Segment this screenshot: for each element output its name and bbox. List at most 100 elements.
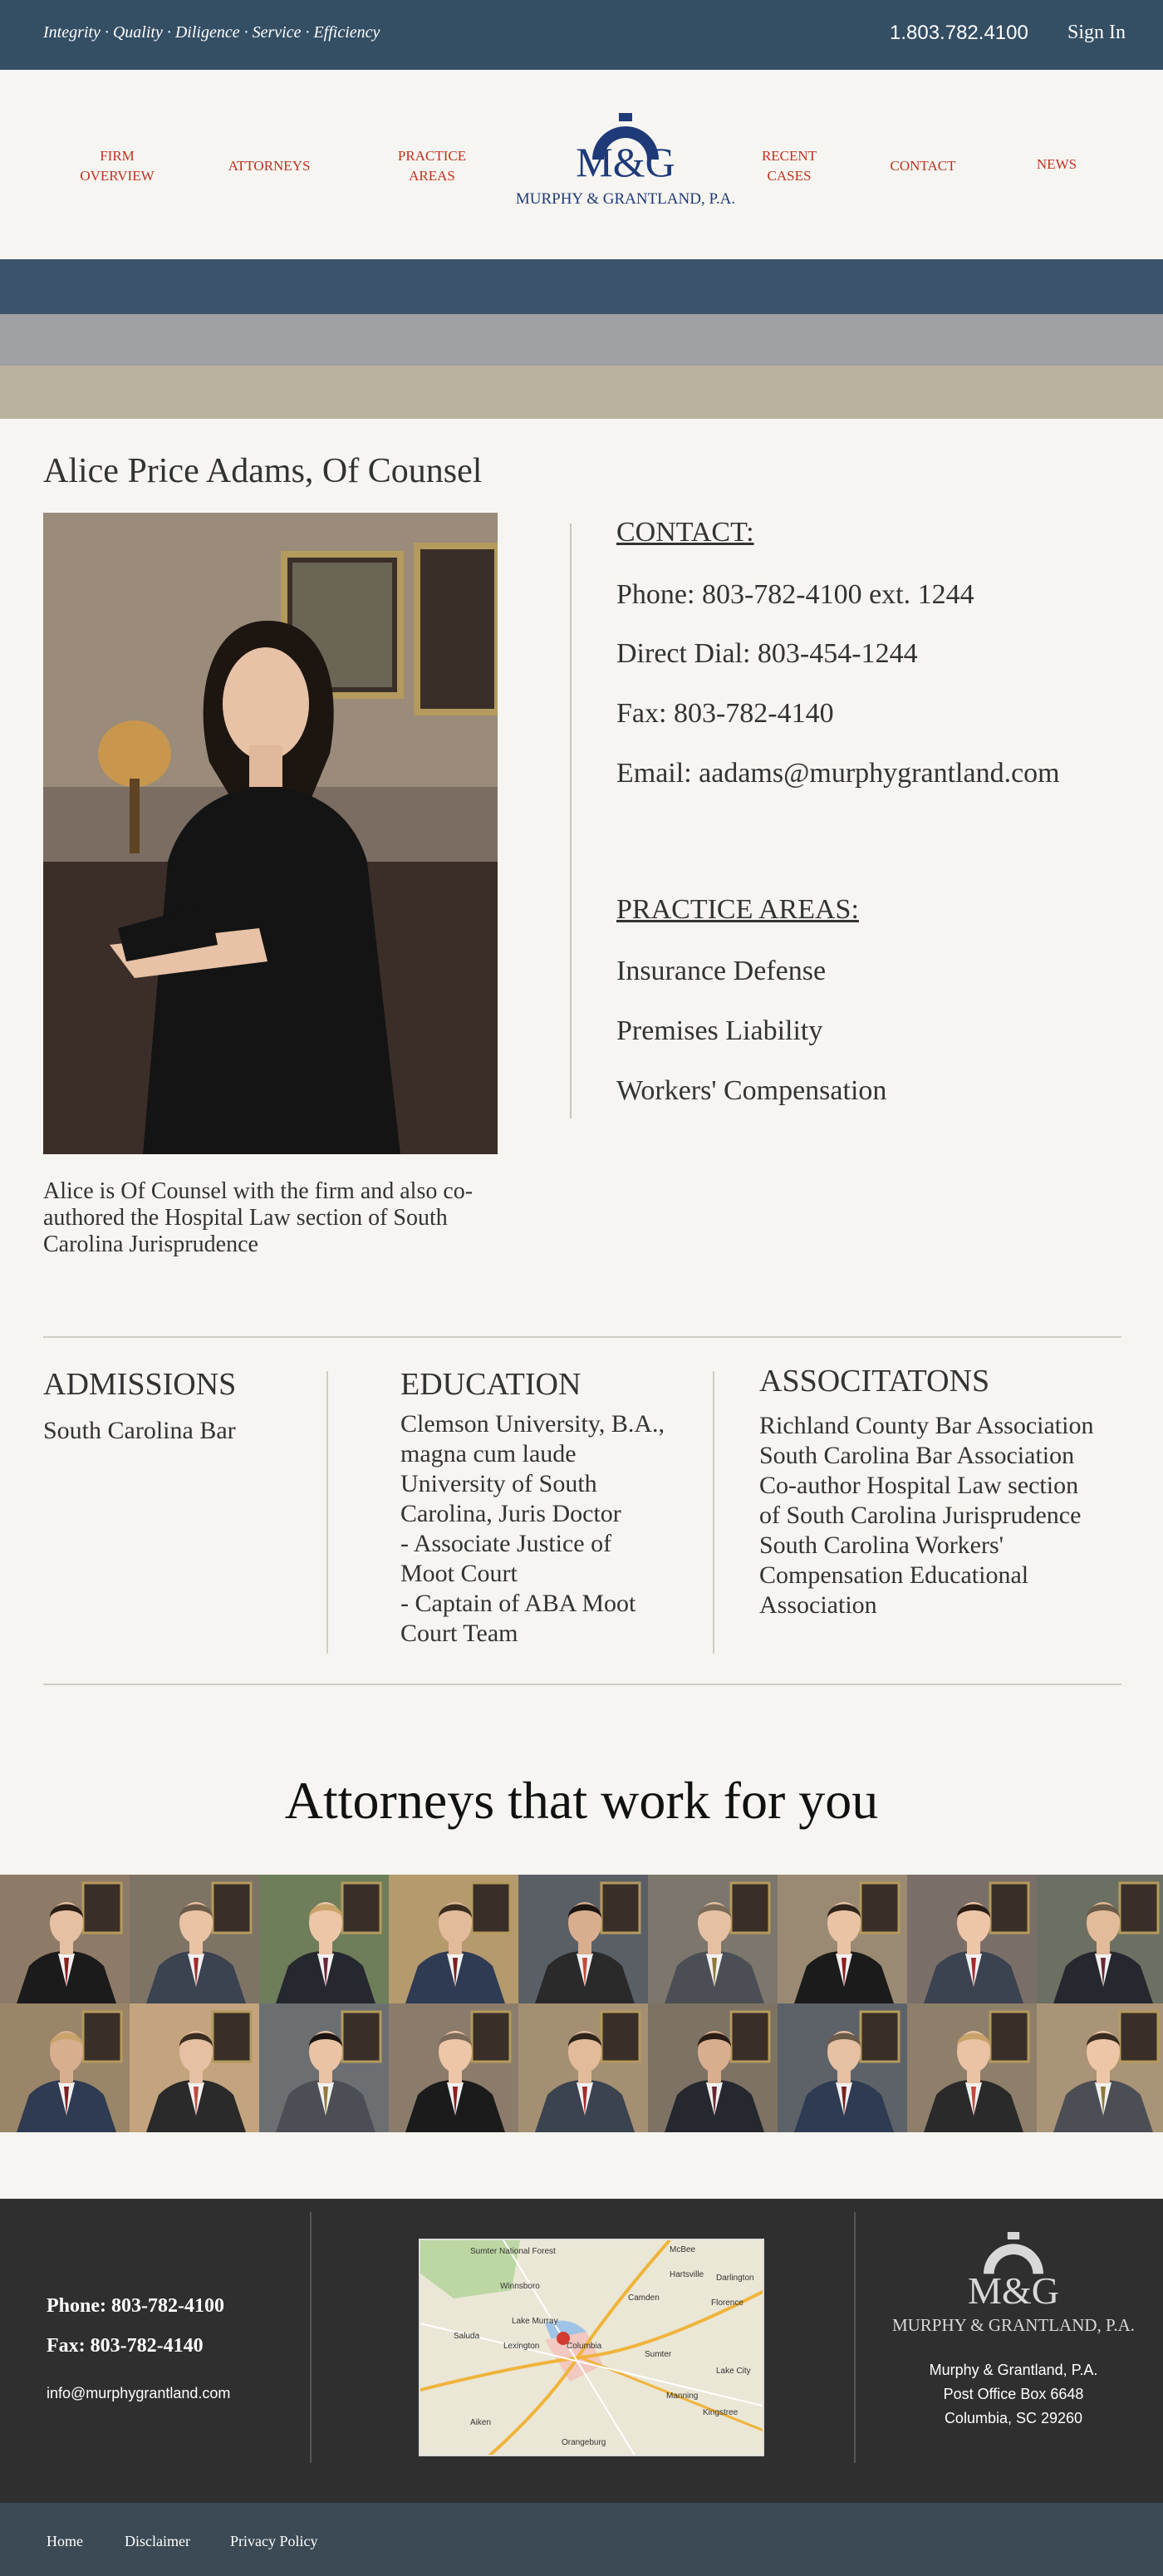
attorney-thumbnail[interactable] [907,2003,1038,2132]
nav-practice-areas[interactable]: PRACTICE AREAS [386,146,478,186]
attorney-thumbnail[interactable] [518,1875,649,2003]
footer-home-link[interactable]: Home [47,2533,83,2550]
attorneys-section-title: Attorneys that work for you [284,1771,879,1830]
footer-divider [310,2212,312,2463]
location-map[interactable]: Sumter National Forest McBee Winnsboro Camd… [419,2239,764,2456]
attorney-thumbnail[interactable] [1037,1875,1163,2003]
attorney-thumbnail[interactable] [130,1875,260,2003]
footer-email-link[interactable]: info@murphygrantland.com [47,2385,230,2402]
nav-contact[interactable]: CONTACT [877,156,969,176]
map-place-label: Sumter [645,2350,672,2359]
practice-areas-heading: PRACTICE AREAS: [616,894,859,925]
firm-logo[interactable]: M&G MURPHY & GRANTLAND, P.A. [496,113,755,229]
attorney-thumbnail[interactable] [518,2003,649,2132]
attorney-thumbnail[interactable] [0,1875,130,2003]
education-line: magna cum laude [400,1440,577,1467]
admissions-list: South Carolina Bar [43,1416,317,1446]
education-line: Moot Court [400,1560,518,1587]
nav-firm-overview[interactable]: FIRM OVERVIEW [71,146,163,186]
attorney-thumbnail[interactable] [130,2003,260,2132]
association-line: Co-author Hospital Law section [759,1472,1079,1499]
nav-attorneys[interactable]: ATTORNEYS [219,156,319,176]
banner-stripe-navy [0,259,1163,314]
nav-news[interactable]: NEWS [1015,155,1098,175]
main-navigation: FIRM OVERVIEW ATTORNEYS PRACTICE AREAS M… [0,70,1163,259]
attorney-portrait [43,513,498,1154]
map-place-label: Lake City [716,2367,751,2376]
footer-address-line: Post Office Box 6648 [943,2386,1084,2402]
attorney-thumbnail[interactable] [389,2003,519,2132]
practice-area-item: Premises Liability [616,1015,823,1046]
attorney-thumbnail[interactable] [0,2003,130,2132]
attorney-name-title: Alice Price Adams, Of Counsel [43,452,483,490]
map-place-label: McBee [670,2245,696,2254]
footer: Phone: 803-782-4100 Fax: 803-782-4140 in… [0,2199,1163,2503]
map-place-label: Manning [666,2392,698,2401]
education-line: Clemson University, B.A., [400,1410,665,1438]
nav-firm-overview-line2: OVERVIEW [80,168,155,184]
education-list: Clemson University, B.A., magna cum laud… [400,1409,708,1649]
footer-fax-label: Fax: [47,2335,86,2357]
nav-practice-areas-line2: AREAS [409,168,455,184]
map-place-label: Aiken [470,2418,491,2427]
association-line: of South Carolina Jurisprudence [759,1502,1082,1529]
attorney-thumbnail[interactable] [1037,2003,1163,2132]
footer-phone: Phone: 803-782-4100 [47,2295,224,2318]
attorney-thumbnail[interactable] [778,1875,908,2003]
footer-logo-name: MURPHY & GRANTLAND, P.A. [891,2315,1136,2335]
map-place-label: Hartsville [670,2270,704,2279]
nav-practice-areas-line1: PRACTICE [397,148,467,164]
attorney-thumbnail[interactable] [259,1875,390,2003]
header-phone-link[interactable]: 1.803.782.4100 [890,22,1028,45]
admissions-heading: ADMISSIONS [43,1367,237,1402]
education-heading: EDUCATION [400,1367,582,1402]
section-divider-bottom [43,1684,1121,1685]
attorney-thumbnail[interactable] [778,2003,908,2132]
attorney-thumbnail[interactable] [648,2003,778,2132]
footer-divider [854,2212,856,2463]
nav-recent-cases[interactable]: RECENT CASES [743,146,835,186]
map-place-label: Sumter National Forest [470,2247,556,2256]
bottom-links-bar: Home Disclaimer Privacy Policy [0,2503,1163,2576]
association-line: Compensation Educational [759,1561,1029,1589]
map-place-label: Camden [628,2293,660,2303]
footer-privacy-link[interactable]: Privacy Policy [230,2533,318,2550]
education-line: University of South [400,1470,597,1497]
association-line: Richland County Bar Association [759,1412,1094,1439]
column-divider [713,1371,714,1654]
footer-phone-number[interactable]: 803-782-4100 [111,2295,224,2317]
map-place-label: Columbia [567,2342,602,2351]
practice-area-item: Insurance Defense [616,956,827,986]
nav-firm-overview-line1: FIRM [100,148,135,164]
contact-phone: Phone: 803-782-4100 ext. 1244 [616,579,974,610]
contact-fax: Fax: 803-782-4140 [616,698,834,729]
attorney-photo-grid [0,1875,1163,2132]
footer-phone-label: Phone: [47,2295,106,2317]
banner-stripe-tan [0,366,1163,419]
map-place-label: Orangeburg [562,2438,606,2447]
associations-heading: ASSOCITATONS [759,1364,990,1399]
banner-stripe-gray [0,314,1163,366]
top-bar: Integrity · Quality · Diligence · Servic… [0,0,1163,70]
attorney-thumbnail[interactable] [648,1875,778,2003]
map-place-label: Kingstree [703,2408,739,2417]
vertical-divider [570,524,572,1118]
education-line: Carolina, Juris Doctor [400,1500,621,1527]
footer-disclaimer-link[interactable]: Disclaimer [125,2533,190,2550]
logo-initials: M&G [576,139,675,185]
attorney-thumbnail[interactable] [389,1875,519,2003]
map-place-label: Lexington [503,2342,539,2351]
contact-email-link[interactable]: Email: aadams@murphygrantland.com [616,758,1060,789]
education-line: - Captain of ABA Moot [400,1590,636,1617]
attorney-thumbnail[interactable] [907,1875,1038,2003]
nav-recent-cases-line2: CASES [767,168,812,184]
map-place-label: Florence [711,2298,743,2308]
footer-address-line: Murphy & Grantland, P.A. [929,2362,1098,2378]
sign-in-link[interactable]: Sign In [1067,22,1126,44]
map-place-label: Darlington [716,2274,754,2283]
footer-fax: Fax: 803-782-4140 [47,2335,204,2357]
practice-area-item: Workers' Compensation [616,1075,887,1106]
admission-item: South Carolina Bar [43,1417,236,1444]
footer-logo-initials: M&G [968,2269,1059,2312]
attorney-thumbnail[interactable] [259,2003,390,2132]
